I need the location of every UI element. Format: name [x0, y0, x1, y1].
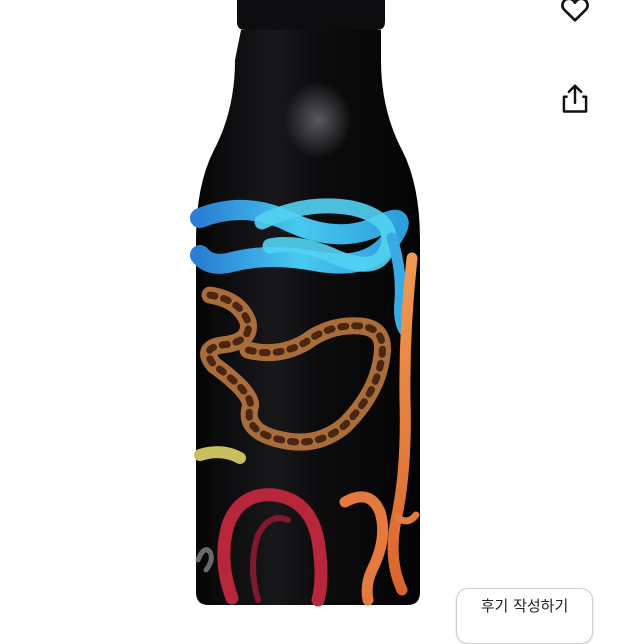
- share-icon: [562, 84, 588, 113]
- wishlist-button[interactable]: [553, 0, 597, 31]
- write-review-button[interactable]: 후기 작성하기: [456, 588, 593, 644]
- heart-icon: [561, 0, 589, 22]
- share-button[interactable]: [553, 76, 597, 120]
- product-image: [190, 0, 420, 607]
- write-review-label: 후기 작성하기: [480, 597, 569, 615]
